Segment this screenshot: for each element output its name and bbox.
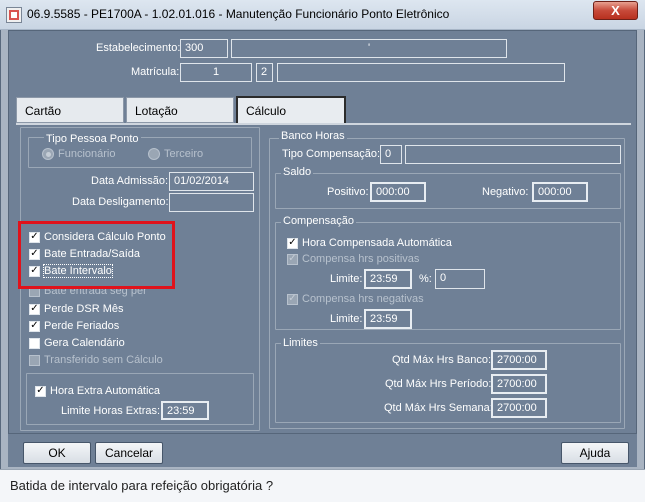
limite-horas-extras-label: Limite Horas Extras: bbox=[61, 405, 161, 417]
ok-button[interactable]: OK bbox=[23, 442, 91, 464]
radio-funcionario[interactable]: Funcionário bbox=[42, 148, 115, 160]
checkmark-icon: ✓ bbox=[29, 320, 40, 332]
max-banco-label: Qtd Máx Hrs Banco: bbox=[392, 354, 492, 366]
negativo-label: Negativo: bbox=[482, 186, 529, 198]
positivo-label: Positivo: bbox=[327, 186, 369, 198]
checkbox-label: Compensa hrs negativas bbox=[302, 293, 424, 305]
checkbox-hora-extra-auto[interactable]: ✓ Hora Extra Automática bbox=[35, 385, 160, 397]
checkbox-label: Compensa hrs positivas bbox=[302, 253, 420, 265]
checkbox-empty-icon bbox=[29, 354, 40, 366]
checkbox-label: Perde Feriados bbox=[44, 320, 120, 332]
checkmark-icon: ✓ bbox=[35, 385, 46, 397]
tipo-pessoa-title: Tipo Pessoa Ponto bbox=[44, 133, 141, 145]
checkbox-gera-calendario[interactable]: Gera Calendário bbox=[29, 337, 125, 349]
matricula-desc-field bbox=[277, 63, 565, 82]
max-semana-label: Qtd Máx Hrs Semana: bbox=[384, 402, 493, 414]
limite-negativas-field[interactable]: 23:59 bbox=[364, 309, 412, 329]
max-periodo-field[interactable]: 2700:00 bbox=[491, 374, 547, 394]
compensacao-title: Compensação bbox=[281, 215, 356, 227]
checkmark-icon: ✓ bbox=[287, 293, 298, 305]
limite-positivas-label: Limite: bbox=[330, 273, 363, 285]
checkbox-compensa-negativas[interactable]: ✓ Compensa hrs negativas bbox=[287, 293, 424, 305]
checkbox-hora-compensada-auto[interactable]: ✓ Hora Compensada Automática bbox=[287, 237, 452, 249]
status-bar: Batida de intervalo para refeição obriga… bbox=[0, 469, 645, 502]
limite-negativas-label: Limite: bbox=[330, 313, 363, 325]
tipo-compensacao-label: Tipo Compensação: bbox=[282, 148, 381, 160]
saldo-positivo-field[interactable]: 000:00 bbox=[370, 182, 426, 202]
window-title: 06.9.5585 - PE1700A - 1.02.01.016 - Manu… bbox=[27, 7, 450, 21]
percent-label: %: bbox=[419, 273, 432, 285]
estabelecimento-field[interactable]: 300 bbox=[180, 39, 228, 58]
data-admissao-field[interactable]: 01/02/2014 bbox=[169, 172, 254, 191]
radio-funcionario-label: Funcionário bbox=[58, 148, 116, 160]
tab-calculo[interactable]: Cálculo bbox=[236, 96, 346, 124]
app-icon bbox=[6, 7, 22, 23]
estabelecimento-label: Estabelecimento: bbox=[96, 42, 181, 54]
tipo-compensacao-desc bbox=[405, 145, 621, 164]
checkbox-perde-feriados[interactable]: ✓ Perde Feriados bbox=[29, 320, 119, 332]
banco-horas-title: Banco Horas bbox=[279, 130, 347, 142]
max-periodo-label: Qtd Máx Hrs Período: bbox=[385, 378, 492, 390]
checkbox-label: Perde DSR Mês bbox=[44, 303, 124, 315]
highlight-annotation bbox=[18, 221, 175, 289]
checkbox-label: Hora Compensada Automática bbox=[302, 237, 452, 249]
tab-cartao[interactable]: Cartão bbox=[16, 97, 124, 123]
radio-empty-icon bbox=[148, 148, 160, 160]
limites-title: Limites bbox=[281, 337, 320, 349]
limite-positivas-field[interactable]: 23:59 bbox=[364, 269, 412, 289]
checkmark-icon: ✓ bbox=[287, 237, 298, 249]
tipo-compensacao-field[interactable]: 0 bbox=[380, 145, 402, 164]
cancel-button[interactable]: Cancelar bbox=[95, 442, 163, 464]
close-button[interactable]: X bbox=[593, 1, 638, 20]
checkbox-transferido[interactable]: Transferido sem Cálculo bbox=[29, 354, 163, 366]
checkbox-compensa-positivas[interactable]: ✓ Compensa hrs positivas bbox=[287, 253, 419, 265]
checkbox-label: Hora Extra Automática bbox=[50, 385, 161, 397]
checkbox-empty-icon bbox=[29, 337, 40, 349]
matricula-label: Matrícula: bbox=[131, 66, 180, 78]
checkbox-label: Gera Calendário bbox=[44, 337, 125, 349]
max-banco-field[interactable]: 2700:00 bbox=[491, 350, 547, 370]
max-semana-field[interactable]: 2700:00 bbox=[491, 398, 547, 418]
data-desligamento-field[interactable] bbox=[169, 193, 254, 212]
percent-field[interactable]: 0 bbox=[435, 269, 485, 289]
data-desligamento-label: Data Desligamento: bbox=[72, 196, 169, 208]
checkbox-perde-dsr[interactable]: ✓ Perde DSR Mês bbox=[29, 303, 123, 315]
help-button[interactable]: Ajuda bbox=[561, 442, 629, 464]
radio-terceiro-label: Terceiro bbox=[164, 148, 204, 160]
radio-selected-icon bbox=[42, 148, 54, 160]
checkmark-icon: ✓ bbox=[287, 253, 298, 265]
matricula-field[interactable]: 1 bbox=[180, 63, 252, 82]
title-bar: 06.9.5585 - PE1700A - 1.02.01.016 - Manu… bbox=[0, 0, 645, 30]
hora-extra-group bbox=[26, 373, 254, 425]
matricula-digit-field: 2 bbox=[256, 63, 273, 82]
saldo-title: Saldo bbox=[281, 166, 314, 178]
limite-horas-extras-field[interactable]: 23:59 bbox=[161, 401, 209, 420]
saldo-negativo-field[interactable]: 000:00 bbox=[532, 182, 588, 202]
data-admissao-label: Data Admissão: bbox=[91, 175, 169, 187]
tab-lotacao[interactable]: Lotação bbox=[126, 97, 234, 123]
estabelecimento-desc-field: ' bbox=[231, 39, 507, 58]
checkbox-label: Transferido sem Cálculo bbox=[44, 354, 163, 366]
radio-terceiro[interactable]: Terceiro bbox=[148, 148, 203, 160]
checkmark-icon: ✓ bbox=[29, 303, 40, 315]
